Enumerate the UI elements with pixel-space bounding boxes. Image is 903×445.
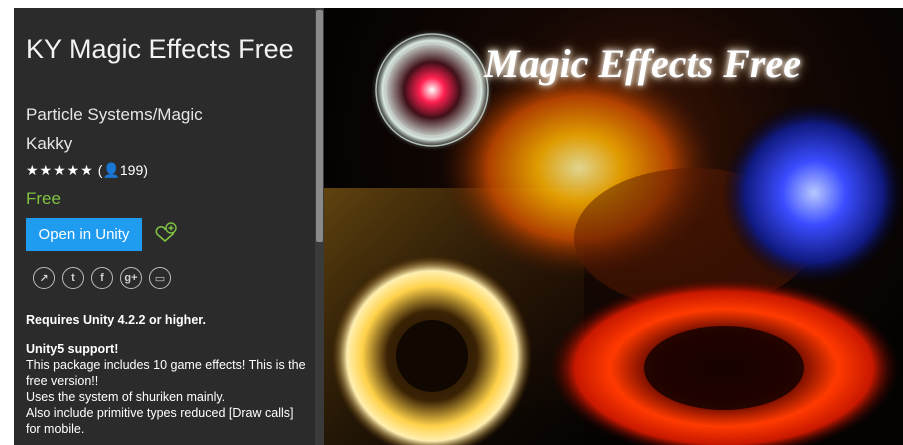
asset-key-image: Magic Effects Free bbox=[324, 8, 903, 445]
facebook-icon[interactable]: f bbox=[91, 267, 113, 289]
asset-category-link[interactable]: Particle Systems/Magic bbox=[26, 105, 203, 125]
description-line: This package includes 10 game effects! T… bbox=[26, 358, 306, 388]
requirement-text: Requires Unity 4.2.2 or higher. bbox=[26, 313, 206, 327]
message-icon[interactable]: ▭ bbox=[149, 267, 171, 289]
description-line: Also include primitive types reduced [Dr… bbox=[26, 406, 294, 436]
asset-publisher-link[interactable]: Kakky bbox=[26, 134, 72, 154]
asset-price: Free bbox=[26, 189, 61, 208]
description-heading: Unity5 support! bbox=[26, 342, 119, 356]
asset-rating: ★★★★★ (👤199) bbox=[26, 162, 148, 179]
sidebar-scrollbar[interactable] bbox=[315, 8, 324, 445]
open-in-unity-button[interactable]: Open in Unity bbox=[26, 218, 142, 251]
rating-stars: ★★★★★ bbox=[26, 162, 94, 178]
rating-count: 199 bbox=[119, 162, 144, 178]
asset-description: Unity5 support! This package includes 10… bbox=[26, 341, 308, 437]
social-share-bar: ↗ t f g+ ▭ bbox=[33, 267, 171, 289]
asset-title: KY Magic Effects Free bbox=[26, 34, 294, 64]
asset-sidebar: KY Magic Effects Free Particle Systems/M… bbox=[14, 8, 318, 445]
share-icon[interactable]: ↗ bbox=[33, 267, 55, 289]
twitter-icon[interactable]: t bbox=[62, 267, 84, 289]
rating-count-wrapper: (👤199) bbox=[97, 162, 148, 178]
google-plus-icon[interactable]: g+ bbox=[120, 267, 142, 289]
add-to-wishlist-icon[interactable] bbox=[152, 221, 178, 247]
user-icon: 👤 bbox=[102, 162, 120, 178]
description-line: Uses the system of shuriken mainly. bbox=[26, 390, 226, 404]
banner-title: Magic Effects Free bbox=[484, 41, 801, 86]
scrollbar-thumb[interactable] bbox=[316, 10, 323, 242]
